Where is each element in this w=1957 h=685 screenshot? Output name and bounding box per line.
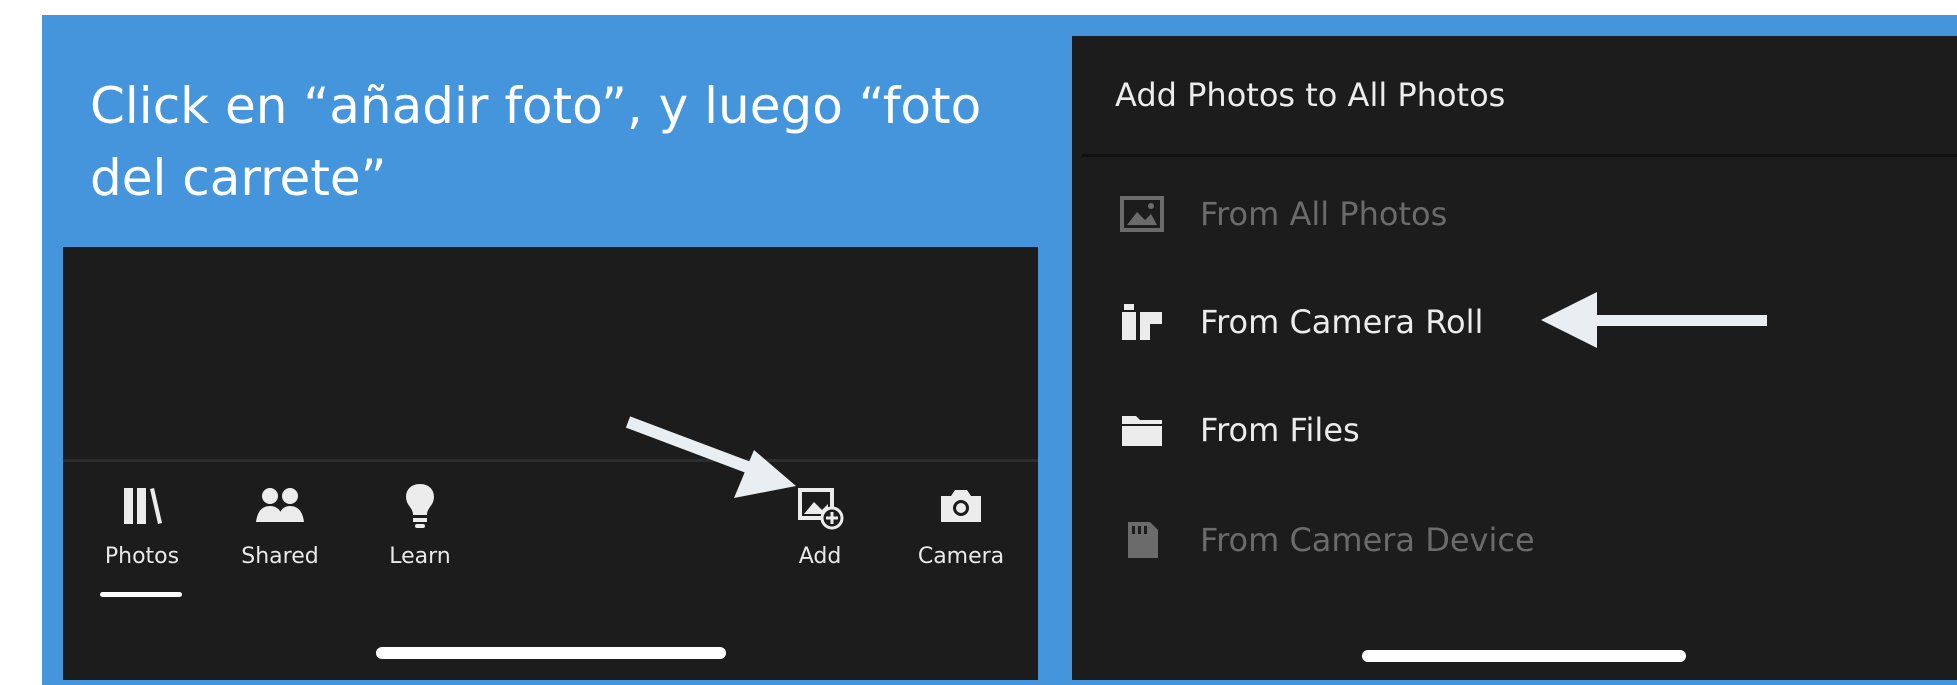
menu-item-label: From Camera Roll [1200, 303, 1484, 341]
menu-item-from-files[interactable]: From Files [1120, 400, 1720, 460]
tab-shared[interactable]: Shared [220, 482, 340, 569]
menu-item-from-all-photos[interactable]: From All Photos [1120, 184, 1720, 244]
instruction-text: Click en “añadir foto”, y luego “foto de… [90, 77, 982, 207]
tab-learn[interactable]: Learn [360, 482, 480, 569]
sd-card-icon [1120, 520, 1164, 560]
menu-item-label: From All Photos [1200, 195, 1448, 233]
tab-learn-label: Learn [389, 544, 451, 569]
active-tab-indicator [100, 592, 182, 597]
people-icon [256, 488, 304, 522]
tab-camera[interactable]: Camera [901, 482, 1021, 569]
camera-roll-icon [1120, 302, 1164, 342]
home-indicator[interactable] [1362, 650, 1686, 662]
camera-icon [941, 490, 981, 522]
menu-divider [1082, 154, 1957, 157]
menu-title: Add Photos to All Photos [1115, 76, 1506, 114]
lightbulb-icon [406, 484, 434, 528]
menu-item-label: From Files [1200, 411, 1360, 449]
add-photo-icon [798, 488, 844, 530]
add-photos-menu-screen: Add Photos to All Photos From All Photos… [1072, 36, 1957, 680]
menu-item-from-camera-roll[interactable]: From Camera Roll [1120, 292, 1720, 352]
image-icon [1120, 194, 1164, 234]
tab-add-label: Add [798, 544, 842, 569]
menu-item-from-camera-device[interactable]: From Camera Device [1120, 510, 1720, 570]
tab-add[interactable]: Add [760, 482, 880, 569]
folder-icon [1120, 410, 1164, 450]
home-indicator[interactable] [376, 647, 726, 659]
tab-bar-divider [63, 459, 1038, 462]
bottom-tab-bar-screen: Photos Shared Learn Add Camera [63, 247, 1038, 680]
library-icon [124, 488, 162, 524]
menu-item-label: From Camera Device [1200, 521, 1535, 559]
tab-photos-label: Photos [104, 544, 180, 569]
tab-camera-label: Camera [917, 544, 1005, 569]
tab-shared-label: Shared [241, 544, 319, 569]
tab-photos[interactable]: Photos [82, 482, 202, 569]
